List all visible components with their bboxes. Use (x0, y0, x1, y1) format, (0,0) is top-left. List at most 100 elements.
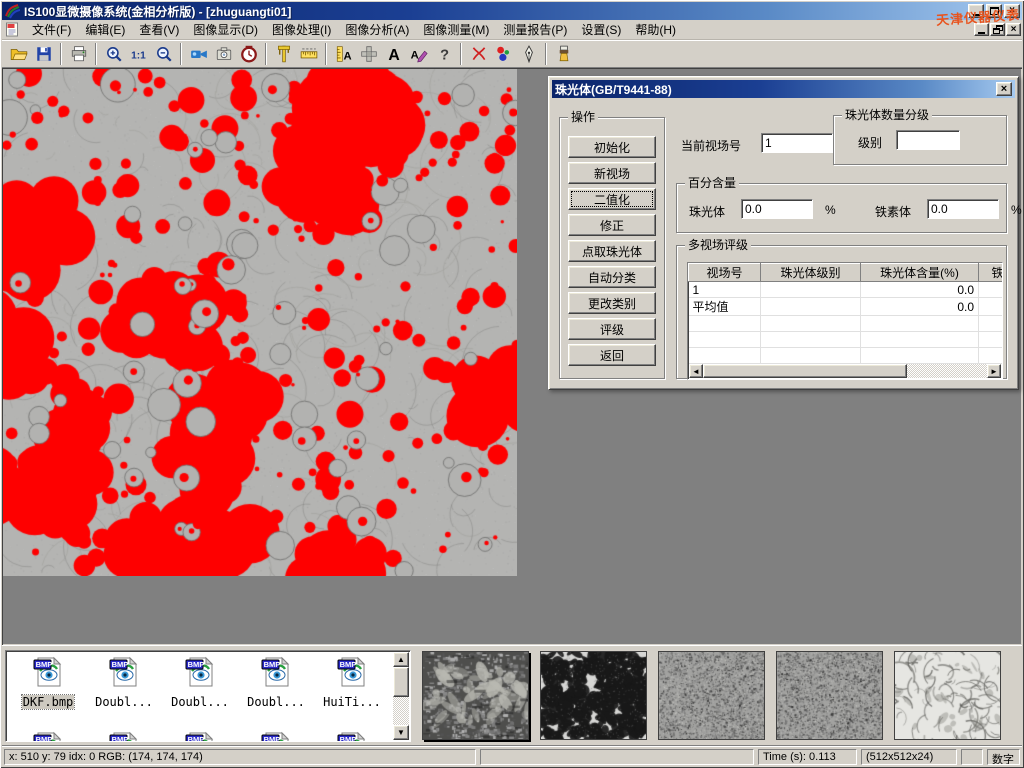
op-button-3[interactable]: 修正 (568, 214, 656, 236)
table-cell (689, 348, 761, 364)
child-restore-button[interactable] (990, 23, 1005, 36)
menu-item-5[interactable]: 图像分析(A) (338, 19, 416, 40)
actual-size-icon[interactable]: 1:1 (126, 42, 151, 66)
table-cell (761, 282, 861, 298)
thumbnail-5[interactable] (894, 651, 1001, 740)
table-row[interactable] (689, 332, 1004, 348)
timer-icon[interactable] (236, 42, 261, 66)
micrograph-image[interactable] (3, 69, 517, 576)
table-horizontal-scrollbar[interactable]: ◄ ► (689, 364, 1001, 378)
dialog-title-bar[interactable]: 珠光体(GB/T9441-88) × (552, 80, 1015, 98)
table-row[interactable] (689, 316, 1004, 332)
zoom-in-icon[interactable] (101, 42, 126, 66)
table-cell: 0.0 (861, 282, 979, 298)
op-button-8[interactable]: 返回 (568, 344, 656, 366)
grid-measure-icon[interactable] (356, 42, 381, 66)
thumbnail-1-canvas[interactable] (423, 652, 528, 739)
thumbnail-4[interactable] (776, 651, 883, 740)
print-icon[interactable] (66, 42, 91, 66)
bmp-file-icon: BMP (32, 675, 64, 692)
menu-item-1[interactable]: 编辑(E) (78, 19, 132, 40)
minimize-button[interactable] (968, 4, 984, 18)
text-annotation-icon[interactable]: A (381, 42, 406, 66)
thumbnail-5-canvas[interactable] (895, 652, 1000, 739)
menu-item-7[interactable]: 测量报告(P) (496, 19, 574, 40)
thumbnail-2-canvas[interactable] (541, 652, 646, 739)
file-scroll-thumb[interactable] (393, 667, 409, 697)
scroll-down-icon[interactable]: ▼ (393, 725, 409, 740)
thumbnail-2[interactable] (540, 651, 647, 740)
curve-tool-icon[interactable] (466, 42, 491, 66)
thumbnail-3-canvas[interactable] (659, 652, 764, 739)
phase-classify-icon[interactable] (491, 42, 516, 66)
dialog-close-button[interactable]: × (996, 82, 1012, 96)
file-item-row2-4[interactable]: BMP (316, 731, 388, 742)
table-row[interactable]: 平均值0.0 (689, 298, 1004, 316)
op-button-5[interactable]: 自动分类 (568, 266, 656, 288)
table-cell (979, 348, 1004, 364)
table-col-0: 视场号 (689, 264, 761, 282)
menu-item-9[interactable]: 帮助(H) (628, 19, 683, 40)
context-help-icon[interactable]: ? (431, 42, 456, 66)
brush-tool-icon[interactable] (551, 42, 576, 66)
open-file-icon[interactable] (6, 42, 31, 66)
close-button[interactable]: × (1004, 4, 1020, 18)
caliper-measure-icon[interactable] (271, 42, 296, 66)
file-item-4[interactable]: BMPHuiTi... (316, 656, 388, 711)
menu-item-6[interactable]: 图像测量(M) (416, 19, 496, 40)
edit-annotation-icon[interactable]: A (406, 42, 431, 66)
scroll-thumb[interactable] (703, 364, 907, 378)
save-file-icon[interactable] (31, 42, 56, 66)
image-capture-icon[interactable] (211, 42, 236, 66)
video-capture-icon[interactable] (186, 42, 211, 66)
ruler-measure-icon[interactable] (296, 42, 321, 66)
file-item-row2-1[interactable]: BMP (88, 731, 160, 742)
zoom-out-icon[interactable] (151, 42, 176, 66)
file-item-1[interactable]: BMPDoubl... (88, 656, 160, 711)
table-row[interactable] (689, 348, 1004, 364)
scroll-up-icon[interactable]: ▲ (393, 652, 409, 667)
op-button-4[interactable]: 点取珠光体 (568, 240, 656, 262)
op-button-0[interactable]: 初始化 (568, 136, 656, 158)
file-list: ▲ ▼ BMPDKF.bmpBMPDoubl...BMPDoubl...BMPD… (5, 650, 411, 742)
file-item-row2-0[interactable]: BMP (12, 731, 84, 742)
pen-tool-icon[interactable] (516, 42, 541, 66)
thumbnail-4-canvas[interactable] (777, 652, 882, 739)
menu-item-8[interactable]: 设置(S) (574, 19, 628, 40)
file-name: Doubl... (170, 695, 230, 709)
file-item-row2-3[interactable]: BMP (240, 731, 312, 742)
op-button-6[interactable]: 更改类别 (568, 292, 656, 314)
pct-input-0[interactable] (741, 199, 813, 219)
scroll-right-icon[interactable]: ► (987, 364, 1001, 378)
status-time: Time (s): 0.113 (758, 749, 857, 765)
micrograph-canvas[interactable] (3, 69, 517, 576)
scale-calibration-icon[interactable]: A (331, 42, 356, 66)
file-item-2[interactable]: BMPDoubl... (164, 656, 236, 711)
file-item-row2-2[interactable]: BMP (164, 731, 236, 742)
table-cell: 1 (689, 282, 761, 298)
file-item-0[interactable]: BMPDKF.bmp (12, 656, 84, 711)
pct-input-1[interactable] (927, 199, 999, 219)
grade-input[interactable] (896, 130, 960, 150)
menu-item-4[interactable]: 图像处理(I) (265, 19, 338, 40)
op-button-1[interactable]: 新视场 (568, 162, 656, 184)
child-close-button[interactable]: × (1006, 23, 1021, 36)
thumbnail-1[interactable] (422, 651, 529, 740)
op-button-7[interactable]: 评级 (568, 318, 656, 340)
scroll-left-icon[interactable]: ◄ (689, 364, 703, 378)
pct-unit-0: % (825, 203, 836, 217)
thumbnail-3[interactable] (658, 651, 765, 740)
table-cell (979, 298, 1004, 316)
child-minimize-button[interactable] (974, 23, 989, 36)
table-row[interactable]: 10.0 (689, 282, 1004, 298)
menu-item-2[interactable]: 查看(V) (132, 19, 186, 40)
menu-item-3[interactable]: 图像显示(D) (186, 19, 265, 40)
file-list-scrollbar[interactable]: ▲ ▼ (393, 652, 409, 740)
current-view-input[interactable] (761, 133, 833, 153)
maximize-button[interactable] (986, 4, 1002, 18)
svg-text:BMP: BMP (340, 735, 357, 742)
op-button-2[interactable]: 二值化 (568, 188, 656, 210)
menu-bar: 文件(F)编辑(E)查看(V)图像显示(D)图像处理(I)图像分析(A)图像测量… (2, 20, 1022, 40)
menu-item-0[interactable]: 文件(F) (25, 19, 78, 40)
file-item-3[interactable]: BMPDoubl... (240, 656, 312, 711)
